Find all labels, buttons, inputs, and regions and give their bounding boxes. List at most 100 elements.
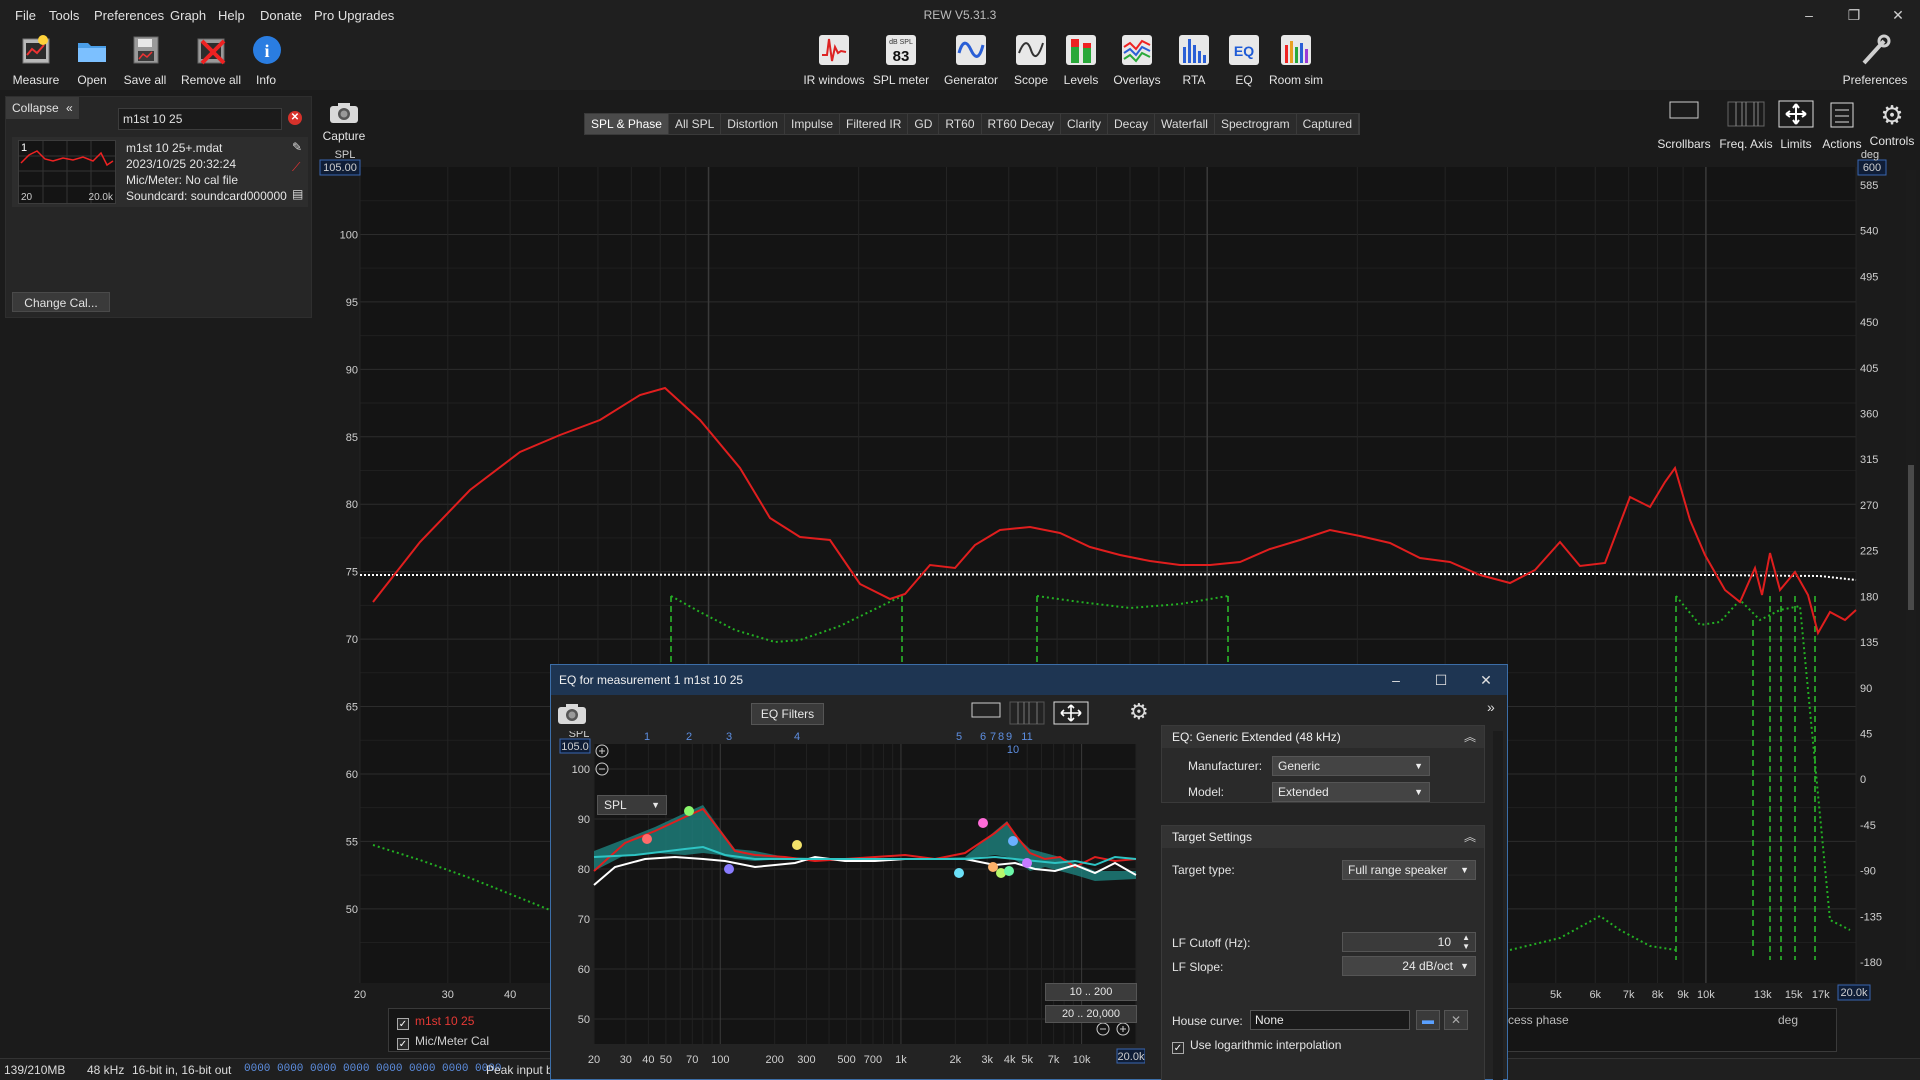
generator-button[interactable]: Generator: [940, 33, 1002, 87]
controls-button[interactable]: ⚙ Controls: [1868, 100, 1916, 148]
eq-dialog-titlebar[interactable]: EQ for measurement 1 m1st 10 25 – ☐ ✕: [551, 665, 1507, 695]
house-curve-field[interactable]: None: [1250, 1010, 1410, 1030]
expand-panel-icon[interactable]: »: [1487, 699, 1495, 715]
eq-filter-handle[interactable]: [792, 840, 802, 850]
target-type-select[interactable]: Full range speaker ▼: [1342, 860, 1476, 880]
open-button[interactable]: Open: [72, 33, 112, 87]
eq-filter-handle[interactable]: [1022, 858, 1032, 868]
eq-limits-icon[interactable]: [1053, 701, 1089, 725]
legend-item-mic-cal[interactable]: ✓ Mic/Meter Cal: [397, 1034, 489, 1050]
phase-tick-label: 360: [1860, 409, 1878, 421]
log-interpolation-check[interactable]: ✓: [1172, 1042, 1184, 1054]
room-sim-button[interactable]: Room sim: [1268, 33, 1324, 87]
restore-button[interactable]: ❐: [1834, 4, 1874, 26]
ir-windows-button[interactable]: IR windows: [802, 33, 866, 87]
eq-filter-handle[interactable]: [988, 862, 998, 872]
tab-impulse[interactable]: Impulse: [785, 114, 841, 134]
eq-panel-scrollbar[interactable]: [1493, 731, 1503, 1080]
lf-slope-select[interactable]: 24 dB/oct ▼: [1342, 956, 1476, 976]
preferences-icon: [1862, 34, 1891, 65]
eq-filter-handle[interactable]: [1004, 866, 1014, 876]
eq-scrollbars-icon[interactable]: [971, 701, 1003, 721]
range-10-200-button[interactable]: 10 .. 200: [1045, 983, 1137, 1001]
log-interpolation-checkbox[interactable]: ✓ Use logarithmic interpolation: [1172, 1038, 1341, 1054]
eq-graph[interactable]: 100 90 80 70 60 50 20 30 40 50 70 100 200 300 500 700 1…: [555, 731, 1145, 1080]
eq-filter-number: 1: [644, 731, 650, 743]
rta-button[interactable]: RTA: [1174, 33, 1214, 87]
x-tick-label: 15k: [1785, 989, 1803, 1001]
svg-text:i: i: [264, 41, 269, 61]
tab-spectrogram[interactable]: Spectrogram: [1215, 114, 1297, 134]
capture-label: Capture: [322, 129, 366, 143]
actions-button[interactable]: Actions: [1820, 100, 1864, 151]
scrollbars-button[interactable]: Scrollbars: [1656, 100, 1712, 151]
tab-captured[interactable]: Captured: [1297, 114, 1360, 134]
freq-axis-label: Freq. Axis: [1719, 137, 1773, 151]
overlays-button[interactable]: Overlays: [1110, 33, 1164, 87]
eq-freq-axis-icon[interactable]: [1009, 701, 1045, 725]
spl-select[interactable]: SPL ▼: [597, 795, 667, 815]
x-tick-label: 30: [442, 989, 454, 1001]
remove-all-button[interactable]: Remove all: [180, 33, 242, 87]
collapse-up-icon[interactable]: ︽: [1464, 726, 1476, 748]
eq-filter-handle[interactable]: [724, 864, 734, 874]
legend-checkbox-measurement[interactable]: ✓: [397, 1018, 409, 1030]
minimize-button[interactable]: –: [1789, 4, 1829, 26]
chevron-down-icon: ▼: [1414, 787, 1423, 797]
tab-rt60[interactable]: RT60: [939, 114, 982, 134]
eq-settings-header[interactable]: EQ: Generic Extended (48 kHz) ︽: [1162, 726, 1484, 748]
scrollbar-thumb[interactable]: [1908, 465, 1914, 610]
scope-button[interactable]: Scope: [1010, 33, 1052, 87]
eq-capture-button[interactable]: [557, 703, 587, 728]
levels-button[interactable]: Levels: [1060, 33, 1102, 87]
remove-measurement-icon[interactable]: ✕: [288, 111, 302, 125]
measurement-name-field[interactable]: m1st 10 25: [118, 108, 282, 130]
open-folder-icon[interactable]: ▬: [1416, 1010, 1440, 1030]
capture-button[interactable]: Capture: [322, 102, 366, 143]
eq-filter-handle[interactable]: [978, 818, 988, 828]
tab-gd[interactable]: GD: [908, 114, 940, 134]
tab-rt60-decay[interactable]: RT60 Decay: [982, 114, 1061, 134]
eq-filters-button[interactable]: EQ Filters: [751, 703, 824, 725]
eq-filter-handle[interactable]: [954, 868, 964, 878]
spl-meter-button[interactable]: dB SPL 83 SPL meter: [872, 33, 930, 87]
measure-button[interactable]: Measure: [10, 33, 62, 87]
tab-distortion[interactable]: Distortion: [721, 114, 785, 134]
eq-x-tick-label: 7k: [1048, 1054, 1060, 1066]
lf-cutoff-stepper[interactable]: 10 ▲ ▼: [1342, 932, 1476, 952]
collapse-up-icon[interactable]: ︽: [1464, 826, 1476, 848]
eq-minimize-button[interactable]: –: [1379, 669, 1413, 691]
target-settings-header[interactable]: Target Settings ︽: [1162, 826, 1484, 848]
range-20-20000-button[interactable]: 20 .. 20,000: [1045, 1005, 1137, 1023]
eq-filter-handle[interactable]: [642, 834, 652, 844]
eq-gear-icon[interactable]: ⚙: [1129, 699, 1149, 725]
legend-checkbox-mic-cal[interactable]: ✓: [397, 1038, 409, 1050]
eq-maximize-button[interactable]: ☐: [1424, 669, 1458, 691]
preferences-button[interactable]: Preferences: [1842, 33, 1908, 87]
tab-clarity[interactable]: Clarity: [1061, 114, 1109, 134]
eq-close-button[interactable]: ✕: [1469, 669, 1503, 691]
collapse-button[interactable]: Collapse «: [6, 97, 79, 119]
save-all-button[interactable]: Save all: [122, 33, 168, 87]
legend-item-measurement[interactable]: ✓ m1st 10 25: [397, 1014, 474, 1030]
spinner-arrows-icon[interactable]: ▲ ▼: [1462, 933, 1470, 951]
input-meter: 0000 0000 0000 0000 0000 0000 0000 0000: [244, 1063, 502, 1075]
clear-icon[interactable]: ✕: [1444, 1010, 1468, 1030]
phase-tick-label: -90: [1860, 866, 1876, 878]
limits-button[interactable]: Limits: [1776, 100, 1816, 151]
eq-button[interactable]: EQ EQ: [1226, 33, 1262, 87]
info-button[interactable]: i Info: [250, 33, 282, 87]
tab-spl-phase[interactable]: SPL & Phase: [585, 114, 669, 134]
tab-all-spl[interactable]: All SPL: [669, 114, 722, 134]
eq-dialog-title: EQ for measurement 1 m1st 10 25: [559, 673, 744, 687]
close-button[interactable]: ✕: [1878, 4, 1918, 26]
tab-decay[interactable]: Decay: [1108, 114, 1156, 134]
model-select[interactable]: Extended ▼: [1272, 782, 1430, 802]
tab-waterfall[interactable]: Waterfall: [1155, 114, 1215, 134]
manufacturer-select[interactable]: Generic ▼: [1272, 756, 1430, 776]
eq-filter-handle[interactable]: [1008, 836, 1018, 846]
chevron-down-icon: ▼: [1414, 761, 1423, 771]
tab-filtered-ir[interactable]: Filtered IR: [840, 114, 909, 134]
freq-axis-button[interactable]: Freq. Axis: [1718, 100, 1774, 151]
eq-filter-handle[interactable]: [684, 806, 694, 816]
